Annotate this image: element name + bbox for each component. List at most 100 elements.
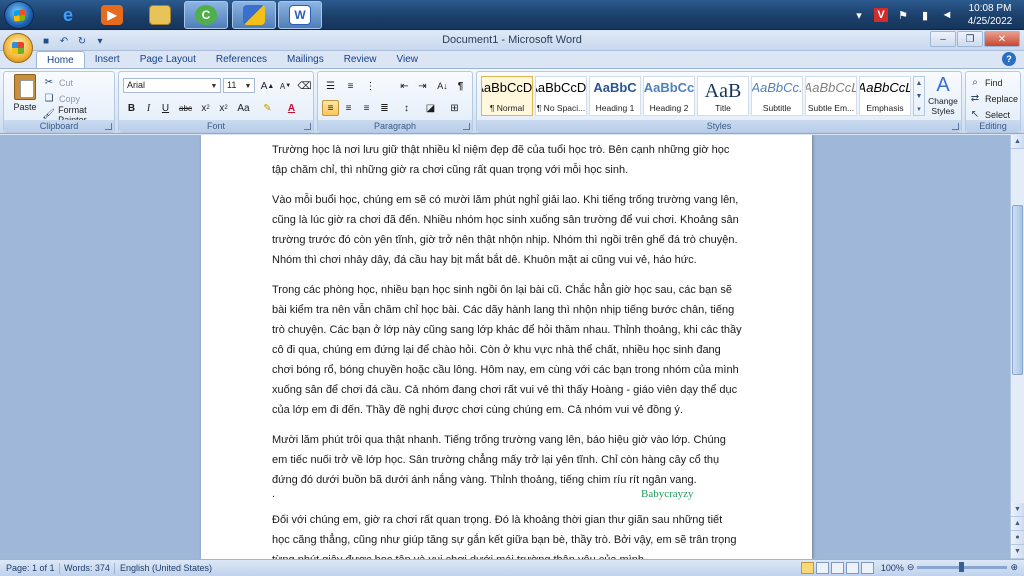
tab-page-layout[interactable]: Page Layout [130,51,206,68]
borders-icon[interactable]: ⊞ [446,100,463,116]
network-icon[interactable]: ▮ [918,8,932,22]
paste-button[interactable]: Paste [10,74,40,118]
flag-icon[interactable]: ⚑ [896,8,910,22]
volume-icon[interactable]: ◄ [940,8,954,22]
style-normal[interactable]: AaBbCcDc ¶ Normal [481,76,533,116]
ie-icon[interactable]: e [46,1,90,29]
show-marks-icon[interactable]: ¶ [452,78,469,94]
font-color-icon[interactable]: A [283,100,300,116]
paragraph[interactable]: Đối với chúng em, giờ ra chơi rất quan t… [272,510,742,559]
strikethrough-button[interactable]: abc [177,100,194,116]
tab-view[interactable]: View [387,51,429,68]
font-size-combo[interactable]: 11 ▼ [223,78,255,93]
multilevel-list-icon[interactable]: ⋮ [362,78,379,94]
numbering-icon[interactable]: ≡ [342,78,359,94]
styles-launcher-icon[interactable] [952,123,959,130]
minimize-button[interactable]: – [930,31,956,47]
decrease-indent-icon[interactable]: ⇤ [396,78,413,94]
shading-icon[interactable]: ◪ [422,100,439,116]
word-icon[interactable]: W [278,1,322,29]
subscript-button[interactable]: x2 [197,100,214,116]
web-layout-icon[interactable] [831,562,844,574]
office-button[interactable] [3,33,33,63]
app-green-icon[interactable]: C [184,1,228,29]
align-left-icon[interactable]: ≡ [322,100,339,116]
justify-icon[interactable]: ≣ [376,100,393,116]
chevron-up-icon[interactable]: ▲ [914,77,924,90]
print-layout-icon[interactable] [801,562,814,574]
style-heading-2[interactable]: AaBbCc Heading 2 [643,76,695,116]
paragraph[interactable]: Trường học là nơi lưu giữ thật nhiều kỉ … [272,140,742,180]
paragraph[interactable]: Trong các phòng học, nhiều bạn học sinh … [272,280,742,420]
browse-object-icon[interactable]: ● [1011,531,1024,545]
antivirus-icon[interactable]: V [874,8,888,22]
previous-page-icon[interactable]: ▲ [1011,517,1024,531]
grow-font-button[interactable]: A ▲ [259,78,276,94]
media-player-icon[interactable]: ▶ [90,1,134,29]
align-right-icon[interactable]: ≡ [358,100,375,116]
help-icon[interactable]: ? [1002,52,1016,66]
tab-insert[interactable]: Insert [85,51,130,68]
word-count[interactable]: Words: 374 [60,563,115,574]
font-launcher-icon[interactable] [304,123,311,130]
cut-button[interactable]: ✂ Cut [42,75,73,90]
style-no-spacing[interactable]: AaBbCcDc ¶ No Spaci... [535,76,587,116]
italic-button[interactable]: I [140,100,157,116]
paragraph[interactable]: Mười lăm phút trôi qua thật nhanh. Tiếng… [272,430,742,490]
zoom-control: 100% ⊖ ⊕ [881,562,1018,573]
close-button[interactable]: ✕ [984,31,1020,47]
align-center-icon[interactable]: ≡ [340,100,357,116]
zoom-level[interactable]: 100% [881,563,904,573]
copy-label: Copy [59,93,81,104]
full-screen-reading-icon[interactable] [816,562,829,574]
change-styles-button[interactable]: A Change Styles [927,74,959,120]
zoom-in-icon[interactable]: ⊕ [1010,562,1018,573]
outline-icon[interactable] [846,562,859,574]
clipboard-launcher-icon[interactable] [105,123,112,130]
draft-icon[interactable] [861,562,874,574]
underline-button[interactable]: U [157,100,174,116]
sort-icon[interactable]: A↓ [434,78,451,94]
scroll-up-icon[interactable]: ▲ [1011,135,1024,149]
tab-home[interactable]: Home [36,51,85,68]
highlight-icon[interactable]: ✎ [259,100,276,116]
document-page[interactable]: Trường học là nơi lưu giữ thật nhiều kỉ … [201,135,812,559]
restore-button[interactable]: ❐ [957,31,983,47]
paragraph[interactable]: Vào mỗi buổi học, chúng em sẽ có mười lă… [272,190,742,270]
line-spacing-icon[interactable]: ↕ [398,100,415,116]
bullets-icon[interactable]: ☰ [322,78,339,94]
scroll-down-icon[interactable]: ▼ [1011,503,1024,517]
change-case-button[interactable]: Aa [235,100,252,116]
font-name-combo[interactable]: Arial ▼ [123,78,221,93]
more-icon[interactable]: ▾ [914,102,924,115]
page-count[interactable]: Page: 1 of 1 [2,563,60,574]
style-subtitle[interactable]: AaBbCc. Subtitle [751,76,803,116]
vertical-scrollbar[interactable]: ▲ ▼ ▲ ● ▼ [1010,135,1024,559]
tab-mailings[interactable]: Mailings [277,51,334,68]
chevron-down-icon[interactable]: ▼ [914,90,924,103]
explorer-icon[interactable] [138,1,182,29]
increase-indent-icon[interactable]: ⇥ [414,78,431,94]
style-title[interactable]: AaB Title [697,76,749,116]
clear-formatting-icon[interactable]: ⌫ [296,78,313,94]
style-heading-1[interactable]: AaBbC Heading 1 [589,76,641,116]
chevron-up-icon[interactable]: ▾ [852,8,866,22]
next-page-icon[interactable]: ▼ [1011,545,1024,559]
superscript-button[interactable]: x2 [215,100,232,116]
scroll-thumb[interactable] [1012,205,1023,375]
style-subtle-emphasis[interactable]: AaBbCcL Subtle Em... [805,76,857,116]
tab-references[interactable]: References [206,51,277,68]
shrink-font-button[interactable]: A ▼ [277,78,294,94]
style-emphasis[interactable]: AaBbCcL Emphasis [859,76,911,116]
security-shield-icon[interactable] [232,1,276,29]
start-button[interactable] [4,1,34,29]
bold-button[interactable]: B [123,100,140,116]
tab-review[interactable]: Review [334,51,387,68]
paragraph-launcher-icon[interactable] [463,123,470,130]
zoom-out-icon[interactable]: ⊖ [907,562,915,573]
find-button[interactable]: ⌕ Find [968,75,1002,90]
replace-button[interactable]: ⇄ Replace [968,91,1018,106]
zoom-slider[interactable] [917,562,1008,572]
clock[interactable]: 10:08 PM 4/25/2022 [962,2,1018,28]
language-indicator[interactable]: English (United States) [116,563,216,574]
